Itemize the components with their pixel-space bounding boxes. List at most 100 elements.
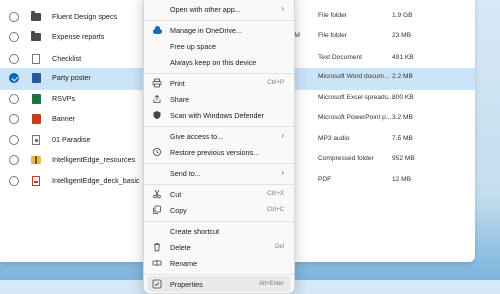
menu-separator — [144, 221, 294, 222]
printer-icon — [152, 78, 162, 88]
menu-item-create-shortcut[interactable]: Create shortcut — [144, 223, 294, 239]
file-size: 800 KB — [392, 94, 414, 101]
chevron-right-icon: › — [281, 4, 284, 13]
chevron-right-icon: › — [281, 168, 284, 177]
row-checkbox[interactable] — [9, 32, 19, 42]
menu-item-give-access[interactable]: Give access to... › — [144, 128, 294, 144]
file-size: 2.2 MB — [392, 73, 413, 80]
menu-item-label: Always keep on this device — [170, 58, 257, 67]
file-name: IntelligentEdge_deck_basic — [52, 176, 140, 185]
menu-item-shortcut: Del — [274, 243, 284, 250]
powerpoint-icon — [31, 114, 41, 124]
file-name: Party poster — [52, 73, 91, 82]
menu-item-label: Properties — [170, 280, 203, 289]
menu-item-label: Rename — [170, 259, 198, 268]
rename-icon — [152, 258, 162, 268]
scissors-icon — [152, 189, 162, 199]
menu-item-label: Manage in OneDrive... — [170, 26, 242, 35]
menu-item-label: Send to... — [170, 169, 201, 178]
menu-item-open-with[interactable]: Open with other app... › — [144, 1, 294, 17]
file-type: Compressed folder — [318, 155, 374, 162]
menu-separator — [144, 73, 294, 74]
excel-spreadsheet-icon — [31, 94, 41, 104]
history-icon — [152, 147, 162, 157]
file-name: Checklist — [52, 54, 82, 63]
trash-icon — [152, 242, 162, 252]
copy-icon — [152, 205, 162, 215]
file-name: IntelligentEdge_resources — [52, 155, 136, 164]
file-type: File folder — [318, 32, 347, 39]
file-type: File folder — [318, 12, 347, 19]
menu-item-share[interactable]: Share — [144, 91, 294, 107]
properties-checklist-icon — [152, 279, 162, 289]
row-checkbox[interactable] — [9, 114, 19, 124]
menu-item-label: Scan with Windows Defender — [170, 111, 264, 120]
text-document-icon — [31, 54, 41, 64]
menu-item-label: Delete — [170, 243, 191, 252]
menu-item-properties[interactable]: Properties Alt+Enter — [147, 276, 291, 292]
menu-item-shortcut: Ctrl+C — [266, 206, 284, 213]
context-menu: Open with other app... › Manage in OneDr… — [143, 0, 295, 294]
file-name: Expense reports — [52, 32, 105, 41]
menu-item-restore-versions[interactable]: Restore previous versions... — [144, 144, 294, 160]
row-checkbox[interactable] — [9, 94, 19, 104]
file-name: Banner — [52, 114, 76, 123]
file-type: Text Document — [318, 54, 362, 61]
row-checkbox[interactable] — [9, 155, 19, 165]
menu-item-print[interactable]: Print Ctrl+P — [144, 75, 294, 91]
file-size: 3.2 MB — [392, 114, 413, 121]
menu-item-label: Share — [170, 95, 190, 104]
menu-item-label: Restore previous versions... — [170, 148, 260, 157]
menu-item-delete[interactable]: Delete Del — [144, 239, 294, 255]
menu-item-send-to[interactable]: Send to... › — [144, 165, 294, 181]
word-document-icon — [31, 73, 41, 83]
menu-item-shortcut: Ctrl+P — [267, 79, 284, 86]
row-checkbox[interactable] — [9, 135, 19, 145]
folder-dark-icon — [31, 11, 41, 22]
menu-item-shortcut: Alt+Enter — [259, 280, 284, 287]
file-size: 7.5 MB — [392, 135, 413, 142]
menu-item-label: Print — [170, 79, 185, 88]
menu-item-label: Create shortcut — [170, 227, 220, 236]
file-size: 1.9 GB — [392, 12, 413, 19]
menu-separator — [144, 274, 294, 275]
menu-separator — [144, 184, 294, 185]
menu-item-copy[interactable]: Copy Ctrl+C — [144, 202, 294, 218]
row-checkbox[interactable] — [9, 176, 19, 186]
menu-item-label: Copy — [170, 206, 187, 215]
chevron-right-icon: › — [281, 131, 284, 140]
menu-item-label: Give access to... — [170, 132, 224, 141]
file-size: 23 MB — [392, 32, 412, 39]
row-checkbox[interactable] — [9, 54, 19, 64]
menu-item-scan-defender[interactable]: Scan with Windows Defender — [144, 107, 294, 123]
row-checkbox-checked[interactable] — [9, 73, 19, 83]
defender-shield-icon — [152, 110, 162, 120]
file-type: Microsoft PowerPoint p... — [318, 114, 392, 121]
file-size: 952 MB — [392, 155, 415, 162]
menu-item-manage-onedrive[interactable]: Manage in OneDrive... — [144, 22, 294, 38]
file-type: Microsoft Excel spreads... — [318, 94, 394, 101]
menu-separator — [144, 163, 294, 164]
file-name: RSVPs — [52, 94, 76, 103]
row-checkbox[interactable] — [9, 12, 19, 22]
file-name: Fluent Design specs — [52, 12, 118, 21]
menu-item-label: Open with other app... — [170, 5, 241, 14]
onedrive-cloud-icon — [152, 25, 162, 35]
pdf-file-icon — [31, 176, 41, 186]
menu-item-label: Free up space — [170, 42, 216, 51]
share-icon — [152, 94, 162, 104]
file-type: PDF — [318, 176, 332, 183]
file-type: Microsoft Word docum... — [318, 73, 390, 80]
menu-item-cut[interactable]: Cut Ctrl+X — [144, 186, 294, 202]
menu-item-label: Cut — [170, 190, 182, 199]
menu-item-shortcut: Ctrl+X — [267, 190, 284, 197]
file-name: 01 Paradise — [52, 135, 91, 144]
menu-separator — [144, 126, 294, 127]
folder-icon — [31, 31, 41, 42]
zip-folder-icon — [31, 155, 41, 165]
menu-item-rename[interactable]: Rename — [144, 255, 294, 271]
file-size: 491 KB — [392, 54, 414, 61]
menu-item-always-keep[interactable]: Always keep on this device — [144, 54, 294, 70]
menu-separator — [144, 20, 294, 21]
menu-item-free-up-space[interactable]: Free up space — [144, 38, 294, 54]
